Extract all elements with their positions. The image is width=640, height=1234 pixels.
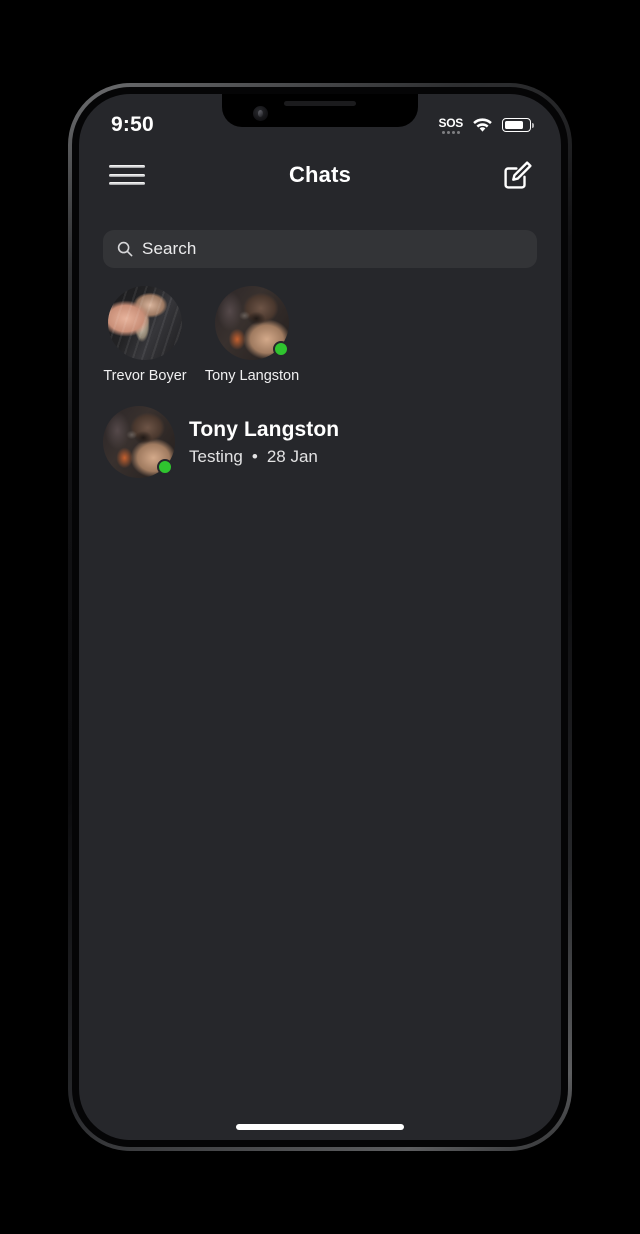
story-item[interactable]: Trevor Boyer bbox=[103, 286, 187, 384]
battery-fill bbox=[504, 120, 524, 130]
avatar[interactable] bbox=[215, 286, 289, 360]
stories-strip: Trevor Boyer Tony Langston bbox=[103, 286, 537, 384]
phone-bezel: 9:50 SOS Chats Search Trevor Boyer Tony … bbox=[72, 87, 568, 1147]
home-indicator[interactable] bbox=[236, 1124, 404, 1130]
phone-screen: 9:50 SOS Chats Search Trevor Boyer Tony … bbox=[79, 94, 561, 1140]
chat-list-item[interactable]: Tony Langston Testing • 28 Jan bbox=[103, 402, 537, 482]
avatar-trevor-boyer bbox=[108, 286, 182, 360]
battery-icon bbox=[502, 118, 534, 132]
online-status-indicator bbox=[157, 459, 173, 475]
page-title: Chats bbox=[288, 162, 352, 187]
chat-text-block: Tony Langston Testing • 28 Jan bbox=[189, 418, 339, 467]
story-item[interactable]: Tony Langston bbox=[205, 286, 299, 384]
sos-label: SOS bbox=[438, 115, 464, 130]
avatar[interactable] bbox=[108, 286, 182, 360]
cellular-sos-indicator: SOS bbox=[439, 117, 463, 134]
compose-icon[interactable] bbox=[503, 160, 533, 190]
search-icon bbox=[117, 241, 133, 257]
search-bar[interactable]: Search bbox=[103, 230, 537, 268]
search-input[interactable]: Search bbox=[142, 239, 196, 259]
app-header: Chats bbox=[79, 146, 561, 204]
chat-separator: • bbox=[251, 446, 258, 466]
online-status-indicator bbox=[273, 341, 289, 357]
avatar[interactable] bbox=[103, 406, 175, 478]
chat-contact-name: Tony Langston bbox=[189, 417, 340, 441]
status-indicators: SOS bbox=[439, 117, 534, 134]
status-time: 9:50 bbox=[111, 113, 154, 136]
signal-dots-icon bbox=[441, 130, 460, 134]
chat-list: Tony Langston Testing • 28 Jan bbox=[103, 402, 537, 482]
search-container[interactable]: Search bbox=[103, 230, 537, 268]
story-name: Trevor Boyer bbox=[103, 368, 187, 384]
story-name: Tony Langston bbox=[204, 368, 300, 384]
chat-date: 28 Jan bbox=[266, 446, 318, 466]
earpiece-speaker bbox=[284, 101, 356, 106]
notch bbox=[222, 94, 418, 127]
chat-preview-text: Testing bbox=[189, 446, 243, 466]
phone-frame: 9:50 SOS Chats Search Trevor Boyer Tony … bbox=[68, 83, 572, 1151]
hamburger-menu-icon[interactable] bbox=[109, 163, 145, 187]
front-camera-icon bbox=[253, 106, 268, 121]
chat-subtitle: Testing • 28 Jan bbox=[189, 447, 339, 467]
wifi-icon bbox=[473, 118, 492, 132]
